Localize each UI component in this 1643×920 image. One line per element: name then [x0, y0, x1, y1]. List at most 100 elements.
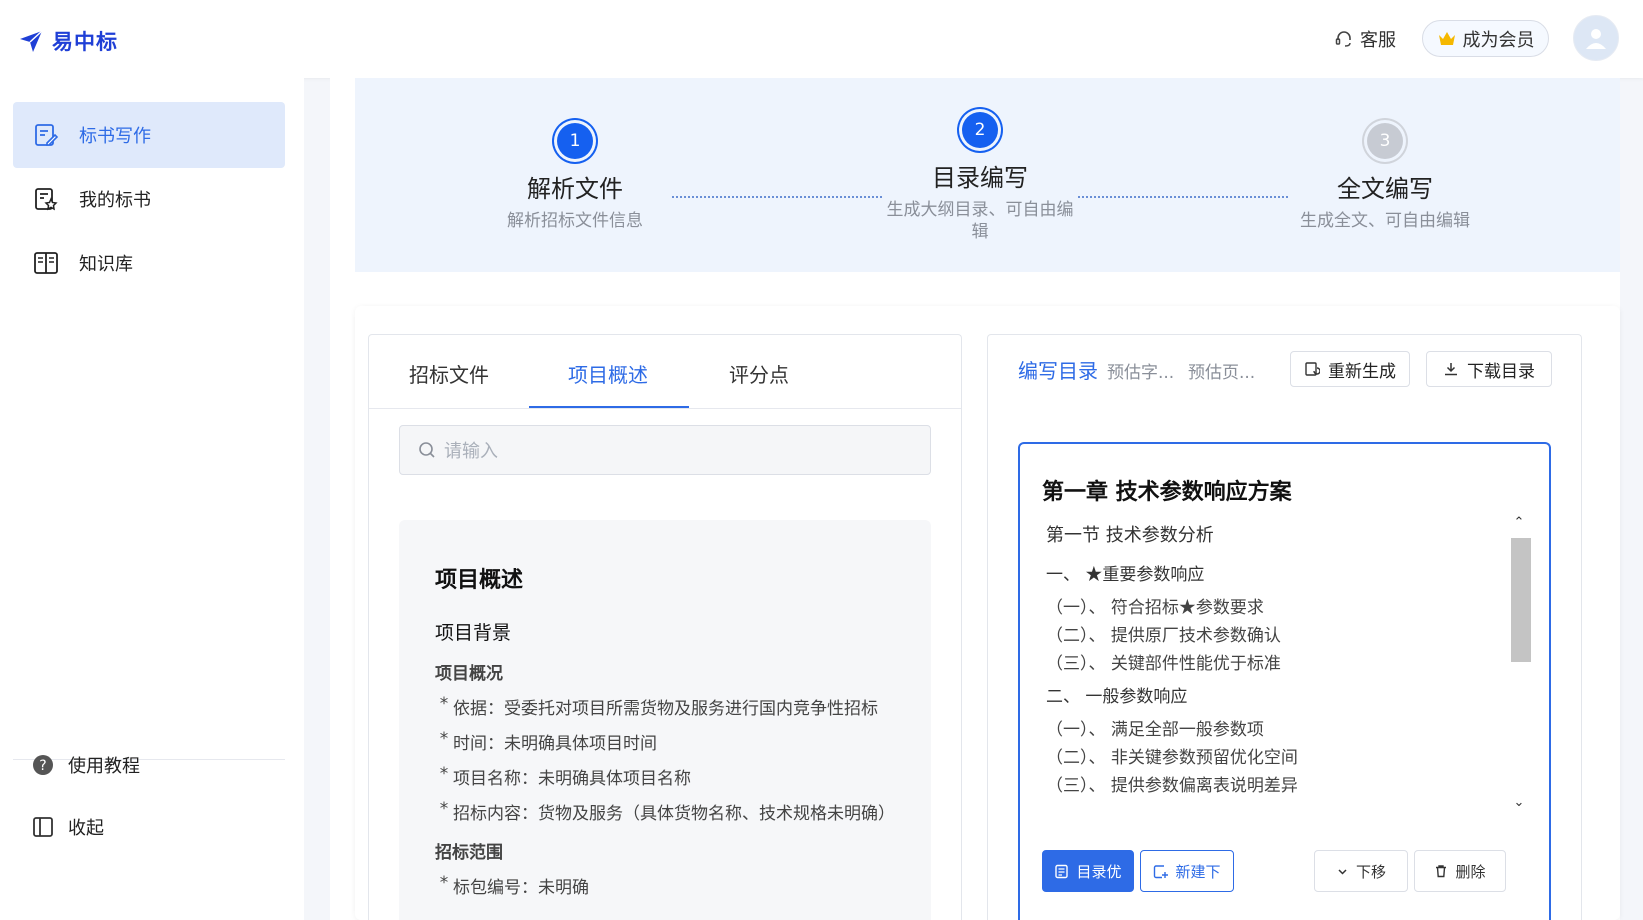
collapse-sidebar-button[interactable]: 收起	[32, 814, 104, 840]
sidebar: 标书写作 我的标书 知识库 ? 使用教程 收起	[0, 78, 304, 920]
chapter-card[interactable]: 第一章 技术参数响应方案 第一节 技术参数分析 一、 ★重要参数响应 （一）、 …	[1018, 442, 1551, 920]
document-lines-icon	[1055, 864, 1069, 878]
project-summary: 项目概述 项目背景 项目概况 * 依据：受委托对项目所需货物及服务进行国内竞争性招…	[399, 520, 931, 920]
book-icon	[34, 252, 58, 274]
optimize-outline-button[interactable]: 目录优	[1042, 850, 1134, 892]
trash-icon	[1436, 865, 1447, 878]
customer-service-button[interactable]: 客服	[1334, 26, 1396, 52]
search-icon	[419, 442, 435, 458]
paper-plane-icon	[20, 30, 43, 52]
toc-item[interactable]: （三）、 提供参数偏离表说明差异	[1046, 772, 1502, 800]
svg-text:?: ?	[39, 758, 46, 774]
outline-panel-title: 编写目录	[1018, 359, 1098, 383]
tutorial-link[interactable]: ? 使用教程	[32, 752, 140, 778]
list-item: * 时间：未明确具体项目时间	[439, 729, 657, 754]
step-desc: 解析招标文件信息	[507, 211, 643, 231]
toc-list: 第一节 技术参数分析 一、 ★重要参数响应 （一）、 符合招标★参数要求 （二）…	[1046, 516, 1502, 806]
step-connector	[1078, 196, 1288, 198]
avatar[interactable]	[1573, 15, 1619, 61]
scroll-up-icon[interactable]: ⌃	[1510, 514, 1528, 532]
move-down-label: 下移	[1355, 862, 1386, 881]
headset-icon	[1335, 31, 1351, 47]
help-circle-icon: ?	[33, 755, 53, 775]
scope-heading: 招标范围	[435, 843, 503, 863]
toc-item[interactable]: （二）、 非关键参数预留优化空间	[1046, 744, 1502, 772]
step-title: 目录编写	[932, 164, 1028, 192]
regenerate-button[interactable]: 重新生成	[1290, 351, 1410, 387]
toc-item[interactable]: （三）、 关键部件性能优于标准	[1046, 650, 1502, 678]
sidebar-item-label: 我的标书	[79, 190, 151, 211]
customer-service-label: 客服	[1360, 30, 1396, 51]
scroll-down-icon[interactable]: ⌄	[1510, 794, 1528, 812]
regenerate-icon	[1305, 362, 1320, 376]
step-title: 解析文件	[527, 175, 623, 203]
logo[interactable]: 易中标	[18, 26, 118, 56]
search-placeholder: 请输入	[444, 441, 498, 462]
toc-item[interactable]: （一）、 满足全部一般参数项	[1046, 716, 1502, 744]
document-edit-icon	[35, 124, 59, 146]
document-star-icon	[35, 188, 58, 211]
tab-project-overview[interactable]: 项目概述	[568, 359, 648, 388]
toc-item[interactable]: （一）、 符合招标★参数要求	[1046, 594, 1502, 622]
add-item-icon	[1154, 864, 1169, 878]
list-item: * 项目名称：未明确具体项目名称	[439, 764, 691, 789]
new-below-button[interactable]: 新建下	[1140, 850, 1234, 892]
become-member-button[interactable]: 成为会员	[1422, 20, 1549, 57]
estimated-pages: 预估页...	[1188, 363, 1256, 383]
sidebar-item-my-bids[interactable]: 我的标书	[13, 166, 285, 232]
scrollbar-thumb[interactable]	[1511, 538, 1531, 662]
delete-button[interactable]: 删除	[1414, 850, 1506, 892]
step-connector	[672, 196, 882, 198]
toc-item[interactable]: （二）、 提供原厂技术参数确认	[1046, 622, 1502, 650]
sidebar-item-label: 标书写作	[79, 126, 151, 147]
download-outline-button[interactable]: 下载目录	[1426, 351, 1552, 387]
step-outline-writing: 2 目录编写 生成大纲目录、可自由编 辑	[880, 112, 1080, 243]
step-desc: 生成大纲目录、可自由编 辑	[880, 199, 1080, 243]
step-desc-line: 辑	[971, 222, 989, 242]
sidebar-collapse-icon	[33, 817, 53, 837]
sidebar-item-write-bid[interactable]: 标书写作	[13, 102, 285, 168]
tutorial-label: 使用教程	[68, 756, 140, 777]
sidebar-item-label: 知识库	[79, 254, 133, 275]
background-heading: 项目背景	[435, 622, 512, 644]
step-title: 全文编写	[1337, 175, 1433, 203]
download-icon	[1445, 363, 1457, 376]
move-down-button[interactable]: 下移	[1314, 850, 1408, 892]
tab-scoring-points[interactable]: 评分点	[729, 359, 789, 388]
step-desc-line: 生成大纲目录、可自由编	[886, 200, 1074, 220]
download-outline-label: 下载目录	[1467, 361, 1535, 382]
toc-section[interactable]: 第一节 技术参数分析	[1046, 516, 1502, 556]
tab-bid-document[interactable]: 招标文件	[409, 359, 489, 388]
step-desc: 生成全文、可自由编辑	[1300, 211, 1470, 231]
summary-title: 项目概述	[435, 568, 524, 593]
document-panel: 招标文件 项目概述 评分点 请输入 项目概述 项目背景 项目概况 * 依据：受委托…	[368, 334, 962, 920]
tab-divider	[369, 408, 961, 409]
list-item: * 依据：受委托对项目所需货物及服务进行国内竞争性招标	[439, 694, 878, 719]
chevron-down-icon	[1338, 868, 1347, 875]
step-number: 1	[557, 123, 593, 159]
outline-panel: 编写目录 预估字... 预估页... 重新生成 下载目录 第一章 技术参数响应方…	[987, 334, 1582, 920]
estimated-words: 预估字...	[1107, 363, 1175, 383]
crown-icon	[1438, 31, 1455, 45]
delete-label: 删除	[1455, 862, 1486, 881]
chapter-title: 第一章 技术参数响应方案	[1042, 480, 1292, 505]
active-tab-indicator	[529, 406, 689, 408]
step-parse-file: 1 解析文件 解析招标文件信息	[482, 123, 668, 232]
search-input[interactable]: 请输入	[399, 425, 931, 475]
toc-heading[interactable]: 二、 一般参数响应	[1046, 678, 1502, 716]
step-full-writing: 3 全文编写 生成全文、可自由编辑	[1290, 123, 1480, 232]
toc-heading[interactable]: 一、 ★重要参数响应	[1046, 556, 1502, 594]
logo-text: 易中标	[52, 30, 118, 54]
regenerate-label: 重新生成	[1328, 361, 1396, 382]
overview-heading: 项目概况	[435, 664, 503, 684]
collapse-label: 收起	[68, 818, 104, 839]
new-below-label: 新建下	[1175, 862, 1221, 881]
step-number: 2	[962, 112, 998, 148]
top-header: 易中标 客服 成为会员	[0, 0, 1643, 78]
list-item: * 招标内容：货物及服务（具体货物名称、技术规格未明确）	[439, 799, 895, 824]
user-icon	[1586, 29, 1606, 49]
become-member-label: 成为会员	[1462, 29, 1535, 51]
optimize-label: 目录优	[1076, 862, 1122, 881]
step-number: 3	[1367, 123, 1403, 159]
sidebar-item-knowledge-base[interactable]: 知识库	[13, 230, 285, 296]
